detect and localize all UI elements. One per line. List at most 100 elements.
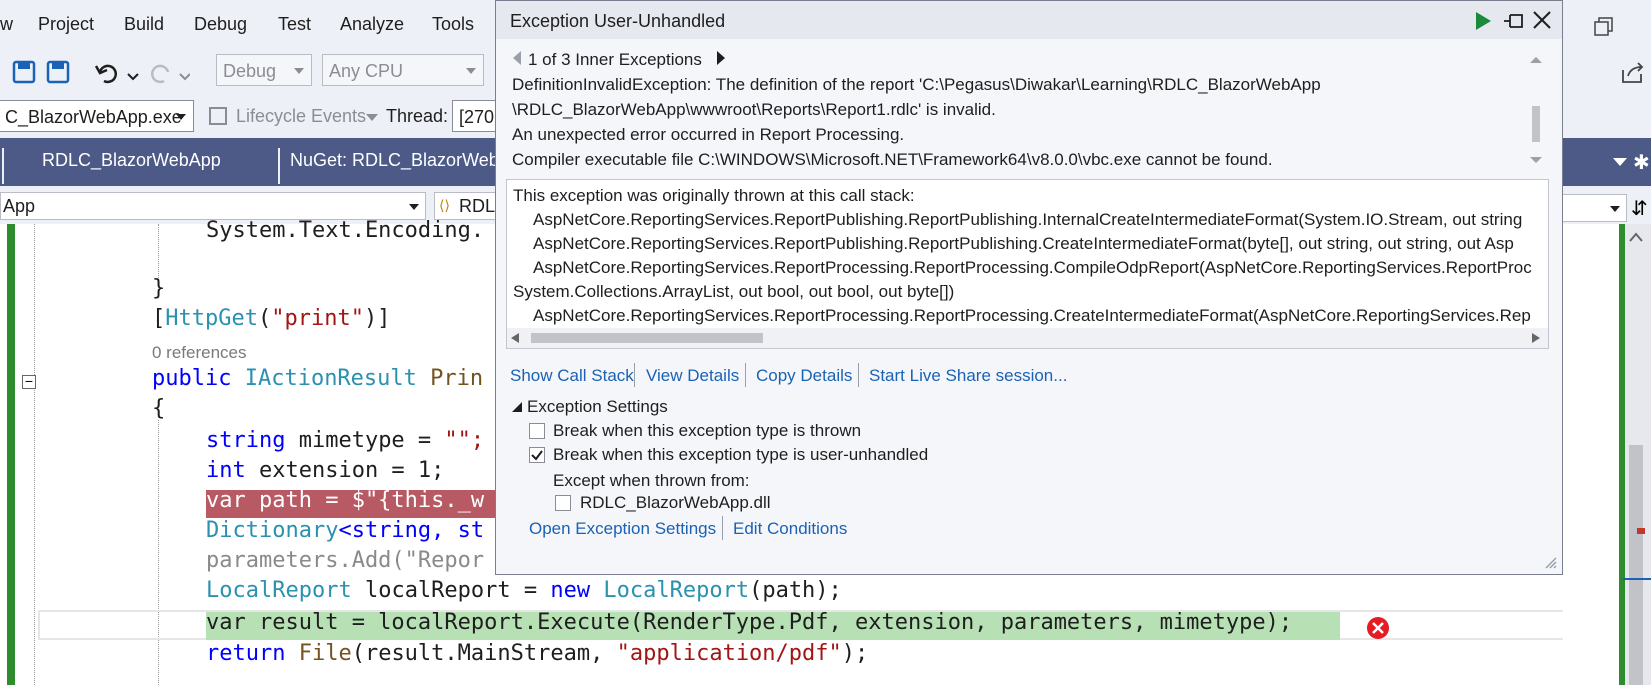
platform-value: Any CPU (329, 61, 404, 81)
show-call-stack-link[interactable]: Show Call Stack (510, 366, 634, 386)
tab-divider (2, 148, 4, 184)
code-line: var path = $"{this._w (206, 488, 485, 513)
inner-exceptions-counter: 1 of 3 Inner Exceptions (528, 50, 702, 69)
call-stack-frame[interactable]: AspNetCore.ReportingServices.ReportPubli… (533, 210, 1522, 230)
chevron-down-icon (366, 114, 378, 121)
code-line: parameters.Add("Repor (206, 548, 485, 573)
previous-exception-icon[interactable] (512, 51, 522, 65)
call-stack-panel: This exception was originally thrown at … (506, 179, 1549, 349)
exception-settings-header[interactable]: Exception Settings (527, 397, 668, 417)
menu-build[interactable]: Build (124, 14, 164, 35)
view-details-link[interactable]: View Details (646, 366, 739, 386)
module-exclusion-label[interactable]: RDLC_BlazorWebApp.dll (580, 493, 771, 513)
module-exclusion-checkbox[interactable] (555, 495, 571, 511)
scrollbar-thumb[interactable] (1629, 445, 1643, 685)
next-exception-icon[interactable] (716, 51, 726, 65)
menu-test[interactable]: Test (278, 14, 311, 35)
resize-grip-icon[interactable] (1544, 556, 1558, 570)
code-lens-references[interactable]: 0 references (152, 343, 247, 363)
chevron-down-icon (466, 68, 476, 74)
menu-tools[interactable]: Tools (432, 14, 474, 35)
undo-icon[interactable] (98, 64, 117, 84)
indent-guide (158, 420, 160, 685)
call-stack-frame[interactable]: AspNetCore.ReportingServices.ReportProce… (533, 306, 1531, 326)
dialog-title: Exception User-Unhandled (510, 11, 726, 31)
code-line: { (152, 396, 166, 421)
break-when-thrown-checkbox[interactable] (529, 423, 545, 439)
type-dropdown[interactable]: ⟨⟩ RDLC (434, 192, 508, 220)
call-stack-header: This exception was originally thrown at … (513, 186, 915, 205)
scroll-left-icon[interactable] (511, 333, 519, 343)
code-line: string mimetype = ""; (206, 428, 485, 453)
thread-label: Thread: (386, 106, 449, 126)
gear-icon[interactable]: ✱ (1633, 150, 1650, 175)
redo-icon (151, 64, 170, 84)
break-when-user-unhandled-label[interactable]: Break when this exception type is user-u… (553, 445, 928, 465)
horizontal-scrollbar[interactable] (507, 328, 1548, 348)
code-line: var result = localReport.Execute(RenderT… (206, 610, 1293, 635)
call-stack-frame-continuation: System.Collections.ArrayList, out bool, … (513, 282, 955, 301)
exception-message-line: \RDLC_BlazorWebApp\wwwroot\Reports\Repor… (512, 100, 996, 119)
code-line: [HttpGet("print")] (152, 306, 391, 331)
caret-marker (1623, 578, 1651, 580)
chevron-down-icon (176, 114, 186, 120)
change-tracking-bar (7, 224, 15, 685)
menu-project[interactable]: Project (38, 14, 94, 35)
scroll-right-icon[interactable] (1532, 333, 1540, 343)
configuration-combo[interactable]: Debug (216, 54, 312, 86)
code-line: } (152, 276, 166, 301)
close-icon[interactable] (1532, 10, 1552, 30)
project-dropdown-value: App (3, 196, 36, 216)
link-divider (858, 363, 859, 387)
message-scrollbar[interactable] (1526, 51, 1546, 169)
except-when-thrown-label: Except when thrown from: (553, 471, 750, 490)
code-line: int extension = 1; (206, 458, 445, 483)
save-icon[interactable] (12, 60, 36, 84)
break-when-user-unhandled-checkbox[interactable] (529, 447, 545, 463)
tab-nuget[interactable]: NuGet: RDLC_BlazorWebAp (290, 150, 521, 171)
pin-icon[interactable] (1502, 11, 1524, 31)
collapse-icon[interactable]: − (22, 374, 36, 389)
call-stack-frame[interactable]: AspNetCore.ReportingServices.ReportProce… (533, 258, 1532, 278)
scrollbar-thumb[interactable] (531, 333, 763, 343)
toolbar-icons (12, 60, 190, 84)
menu-view[interactable]: w (0, 14, 13, 35)
exception-message-line: DefinitionInvalidException: The definiti… (512, 75, 1321, 94)
tab-rdlc-blazorwebapp[interactable]: RDLC_BlazorWebApp (42, 150, 221, 171)
platform-combo[interactable]: Any CPU (322, 54, 484, 86)
share-icon[interactable] (1620, 60, 1646, 86)
error-icon[interactable] (1366, 616, 1390, 640)
restore-icon[interactable] (1593, 16, 1615, 38)
continue-icon[interactable] (1474, 11, 1492, 31)
error-marker (1637, 528, 1645, 534)
split-icon[interactable]: ⇵ (1631, 196, 1648, 221)
open-exception-settings-link[interactable]: Open Exception Settings (529, 519, 716, 539)
tab-divider (278, 148, 280, 184)
code-line: public IActionResult Prin (152, 366, 484, 391)
checkmark-icon (531, 450, 543, 461)
right-edge-panel: ✱ ⇵ (1533, 0, 1651, 685)
scroll-up-icon[interactable] (1625, 230, 1647, 242)
menu-debug[interactable]: Debug (194, 14, 247, 35)
menu-analyze[interactable]: Analyze (340, 14, 404, 35)
thread-value: [270 (459, 107, 495, 127)
exception-message-line: An unexpected error occurred in Report P… (512, 125, 905, 144)
code-line: LocalReport localReport = new LocalRepor… (206, 578, 842, 603)
indent-guide (34, 224, 36, 685)
copy-details-link[interactable]: Copy Details (756, 366, 852, 386)
chevron-down-icon[interactable] (1613, 158, 1627, 168)
save-all-icon[interactable] (46, 60, 70, 84)
edit-conditions-link[interactable]: Edit Conditions (733, 519, 847, 539)
lifecycle-events[interactable]: Lifecycle Events (236, 106, 366, 127)
project-dropdown[interactable]: App (0, 192, 426, 220)
chevron-down-icon[interactable] (127, 73, 139, 81)
configuration-value: Debug (223, 61, 277, 81)
break-when-thrown-label[interactable]: Break when this exception type is thrown (553, 421, 861, 441)
exception-dialog: Exception User-Unhandled 1 of 3 Inner Ex… (495, 0, 1563, 575)
collapse-triangle-icon[interactable] (512, 402, 522, 412)
link-divider (722, 516, 723, 540)
process-combo[interactable]: C_BlazorWebApp.exe (0, 100, 194, 132)
call-stack-frame[interactable]: AspNetCore.ReportingServices.ReportPubli… (533, 234, 1514, 254)
chevron-down-icon (409, 204, 419, 210)
start-live-share-link[interactable]: Start Live Share session... (869, 366, 1067, 386)
